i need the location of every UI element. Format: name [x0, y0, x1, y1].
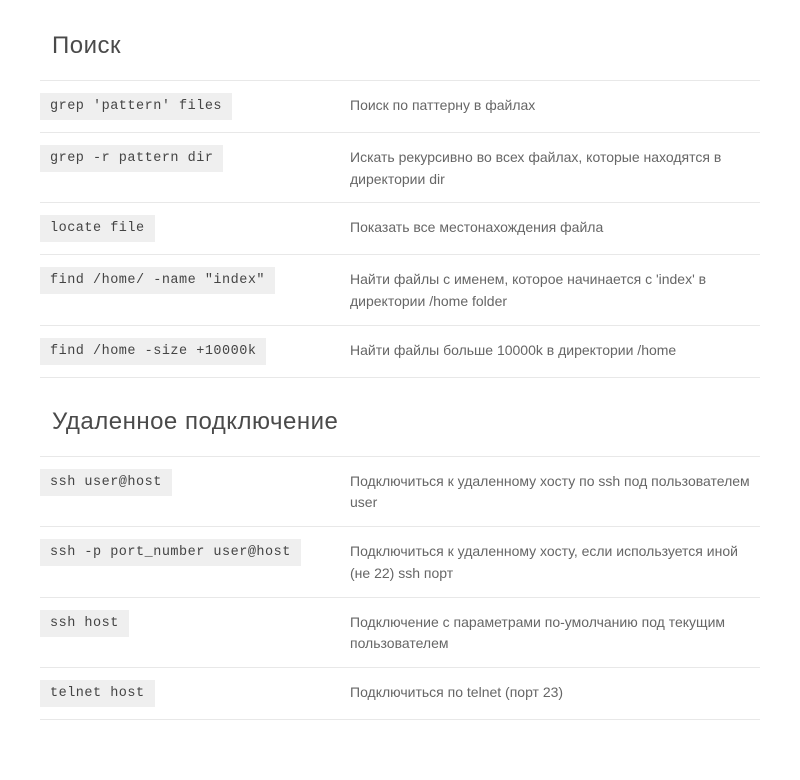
table-row: ssh -p port_number user@host Подключитьс…	[40, 527, 760, 597]
description-cell: Подключиться по telnet (порт 23)	[350, 680, 760, 704]
command-cell: ssh user@host	[40, 469, 350, 496]
description-cell: Поиск по паттерну в файлах	[350, 93, 760, 117]
table-row: find /home -size +10000k Найти файлы бол…	[40, 326, 760, 378]
section-search: Поиск grep 'pattern' files Поиск по патт…	[40, 32, 760, 378]
command-code: ssh user@host	[40, 469, 172, 496]
command-code: telnet host	[40, 680, 155, 707]
description-cell: Подключиться к удаленному хосту, если ис…	[350, 539, 760, 584]
table-row: ssh host Подключение с параметрами по-ум…	[40, 598, 760, 668]
table-row: grep -r pattern dir Искать рекурсивно во…	[40, 133, 760, 203]
description-cell: Искать рекурсивно во всех файлах, которы…	[350, 145, 760, 190]
section-title: Удаленное подключение	[52, 408, 760, 436]
command-code: grep -r pattern dir	[40, 145, 223, 172]
command-code: find /home/ -name "index"	[40, 267, 275, 294]
section-remote-connection: Удаленное подключение ssh user@host Подк…	[40, 408, 760, 720]
command-code: locate file	[40, 215, 155, 242]
command-cell: ssh host	[40, 610, 350, 637]
command-cell: telnet host	[40, 680, 350, 707]
command-cell: ssh -p port_number user@host	[40, 539, 350, 566]
command-code: ssh host	[40, 610, 129, 637]
command-cell: find /home -size +10000k	[40, 338, 350, 365]
description-cell: Подключение с параметрами по-умолчанию п…	[350, 610, 760, 655]
command-code: ssh -p port_number user@host	[40, 539, 301, 566]
command-code: find /home -size +10000k	[40, 338, 266, 365]
table-row: ssh user@host Подключиться к удаленному …	[40, 456, 760, 527]
command-cell: locate file	[40, 215, 350, 242]
table-row: find /home/ -name "index" Найти файлы с …	[40, 255, 760, 325]
command-cell: grep 'pattern' files	[40, 93, 350, 120]
description-cell: Найти файлы с именем, которое начинается…	[350, 267, 760, 312]
table-row: telnet host Подключиться по telnet (порт…	[40, 668, 760, 720]
command-code: grep 'pattern' files	[40, 93, 232, 120]
command-cell: grep -r pattern dir	[40, 145, 350, 172]
command-cell: find /home/ -name "index"	[40, 267, 350, 294]
description-cell: Найти файлы больше 10000k в директории /…	[350, 338, 760, 362]
description-cell: Показать все местонахождения файла	[350, 215, 760, 239]
description-cell: Подключиться к удаленному хосту по ssh п…	[350, 469, 760, 514]
section-title: Поиск	[52, 32, 760, 60]
table-row: grep 'pattern' files Поиск по паттерну в…	[40, 80, 760, 133]
table-row: locate file Показать все местонахождения…	[40, 203, 760, 255]
